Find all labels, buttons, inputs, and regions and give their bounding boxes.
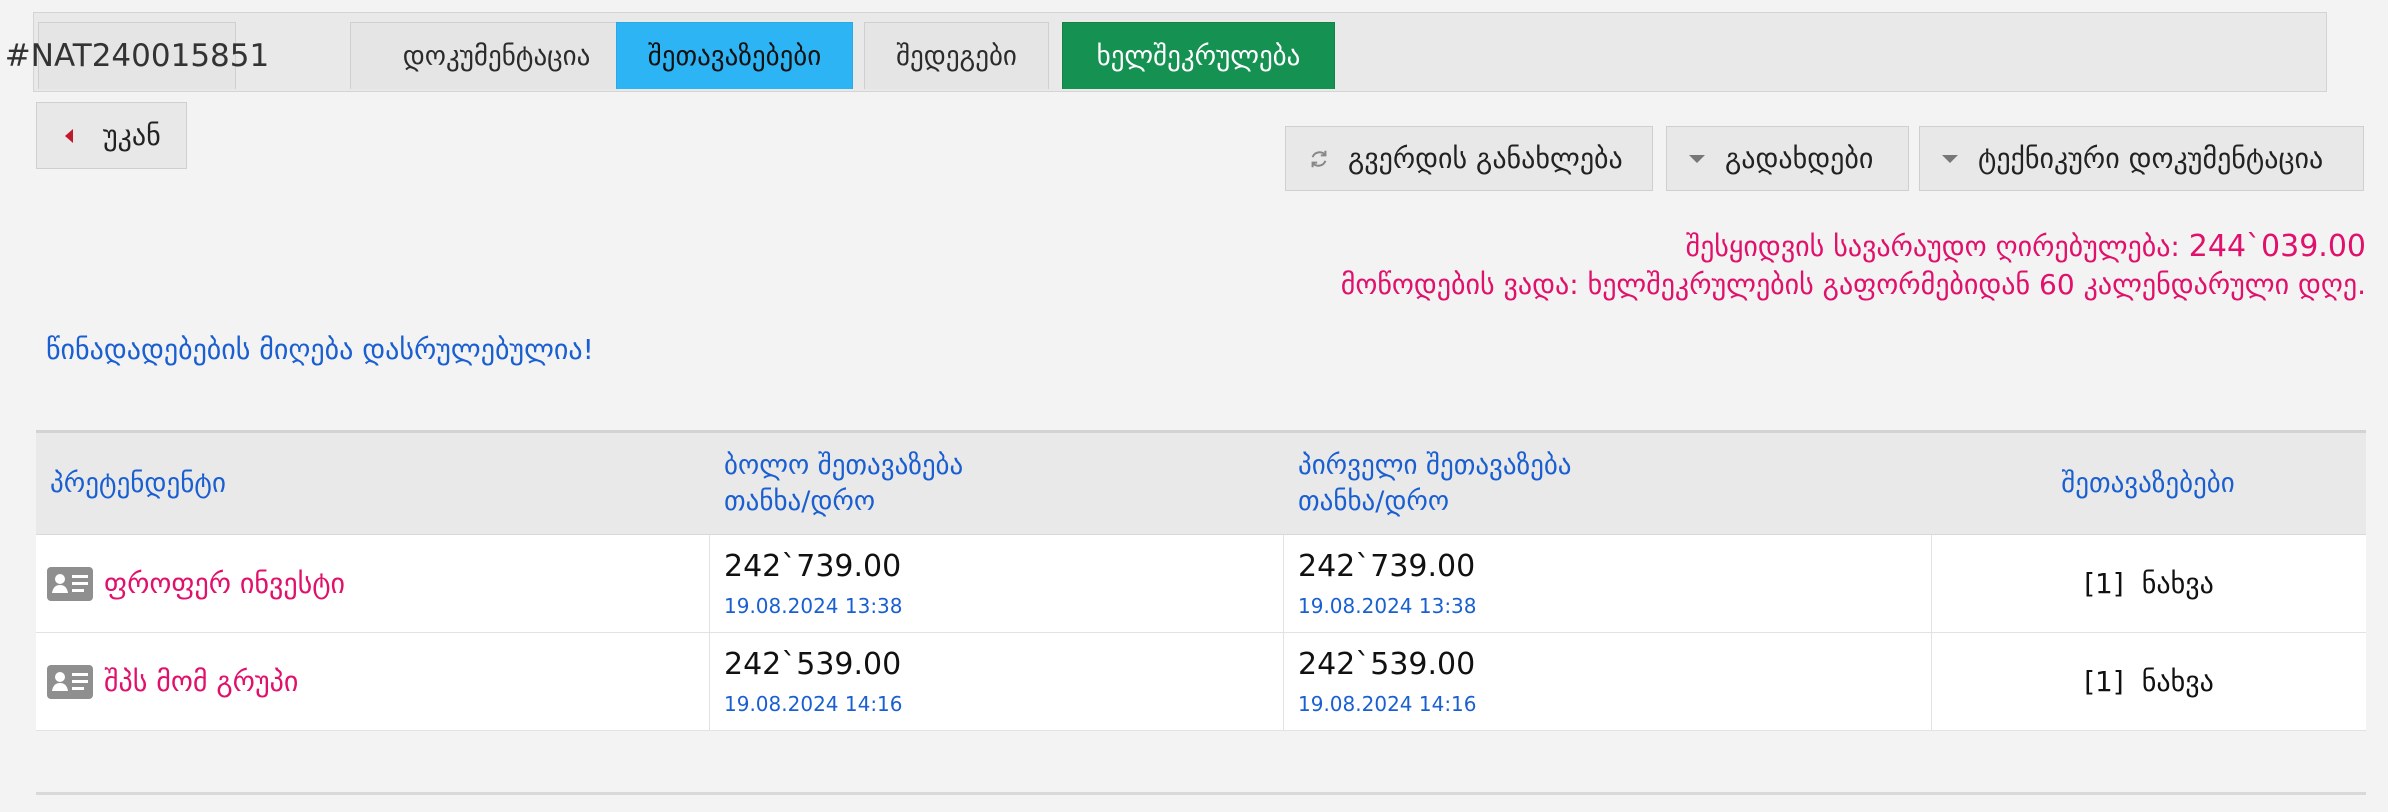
- id-card-icon: [47, 664, 93, 699]
- status-message: წინადადებების მიღება დასრულებულია!: [46, 333, 594, 366]
- offers-count: [1]: [2084, 665, 2124, 698]
- last-offer-amount: 242`539.00: [724, 647, 902, 682]
- header-offers: შეთავაზებები: [2061, 467, 2235, 499]
- company-name-link[interactable]: შპს მომ გრუპი: [104, 665, 298, 698]
- offers-table: პრეტენდენტი ბოლო შეთავაზება თანხა/დრო პი…: [36, 430, 2366, 731]
- first-offer-time: 19.08.2024 13:38: [1298, 594, 1477, 618]
- refresh-page-label: გვერდის განახლება: [1348, 142, 1623, 175]
- back-button-label: უკან: [103, 119, 161, 152]
- tab-bar: #NAT240015851 დოკუმენტაცია შეთავაზებები …: [5, 12, 2327, 92]
- bottom-divider: [36, 792, 2366, 795]
- table-header: პრეტენდენტი ბოლო შეთავაზება თანხა/დრო პი…: [36, 433, 2366, 535]
- first-offer-amount: 242`539.00: [1298, 647, 1476, 682]
- estimated-cost-label: შესყიდვის სავარაუდო ღირებულება:: [1685, 230, 2180, 263]
- payments-dropdown[interactable]: გადახდები: [1666, 126, 1909, 191]
- table-row: შპს მომ გრუპი 242`539.00 19.08.2024 14:1…: [36, 633, 2366, 731]
- tab-contract[interactable]: ხელშეკრულება: [1062, 22, 1335, 89]
- header-last-offer: ბოლო შეთავაზება თანხა/დრო: [724, 449, 964, 517]
- tab-offers[interactable]: შეთავაზებები: [616, 22, 853, 89]
- view-offers-link[interactable]: ნახვა: [2142, 665, 2214, 698]
- tab-results[interactable]: შედეგები: [864, 22, 1049, 89]
- caret-down-icon: [1942, 154, 1958, 163]
- id-card-icon: [47, 566, 93, 601]
- delivery-term: მოწოდების ვადა: ხელშეკრულების გაფორმებიდ…: [1340, 268, 2366, 301]
- estimated-cost: შესყიდვის სავარაუდო ღირებულება: 244`039.…: [1341, 228, 2366, 266]
- first-offer-amount: 242`739.00: [1298, 549, 1476, 584]
- price-info: შესყიდვის სავარაუდო ღირებულება: 244`039.…: [1341, 228, 2366, 304]
- last-offer-time: 19.08.2024 13:38: [724, 594, 903, 618]
- table-row: ფროფერ ინვესტი 242`739.00 19.08.2024 13:…: [36, 535, 2366, 633]
- tech-docs-label: ტექნიკური დოკუმენტაცია: [1978, 142, 2324, 175]
- offers-cell: [1] ნახვა: [1932, 535, 2366, 632]
- refresh-page-button[interactable]: გვერდის განახლება: [1285, 126, 1653, 191]
- tab-tender-id[interactable]: #NAT240015851: [5, 22, 269, 89]
- bidder-cell: შპს მომ გრუპი: [36, 633, 710, 730]
- last-offer-amount: 242`739.00: [724, 549, 902, 584]
- caret-left-icon: [65, 128, 73, 143]
- company-name-link[interactable]: ფროფერ ინვესტი: [104, 567, 345, 600]
- last-offer-time: 19.08.2024 14:16: [724, 692, 903, 716]
- last-offer-cell: 242`539.00 19.08.2024 14:16: [710, 633, 1284, 730]
- offers-cell: [1] ნახვა: [1932, 633, 2366, 730]
- first-offer-cell: 242`739.00 19.08.2024 13:38: [1284, 535, 1932, 632]
- first-offer-cell: 242`539.00 19.08.2024 14:16: [1284, 633, 1932, 730]
- offers-count: [1]: [2084, 567, 2124, 600]
- caret-down-icon: [1689, 154, 1705, 163]
- header-first-offer: პირველი შეთავაზება თანხა/დრო: [1298, 449, 1572, 517]
- payments-label: გადახდები: [1725, 142, 1874, 175]
- estimated-cost-value: 244`039.00: [2188, 229, 2366, 264]
- last-offer-cell: 242`739.00 19.08.2024 13:38: [710, 535, 1284, 632]
- tech-docs-dropdown[interactable]: ტექნიკური დოკუმენტაცია: [1919, 126, 2364, 191]
- view-offers-link[interactable]: ნახვა: [2142, 567, 2214, 600]
- refresh-icon: [1311, 150, 1327, 167]
- first-offer-time: 19.08.2024 14:16: [1298, 692, 1477, 716]
- bidder-cell: ფროფერ ინვესტი: [36, 535, 710, 632]
- header-bidders: პრეტენდენტი: [50, 467, 226, 499]
- back-button[interactable]: უკან: [36, 102, 187, 169]
- tab-documentation[interactable]: დოკუმენტაცია: [350, 22, 643, 89]
